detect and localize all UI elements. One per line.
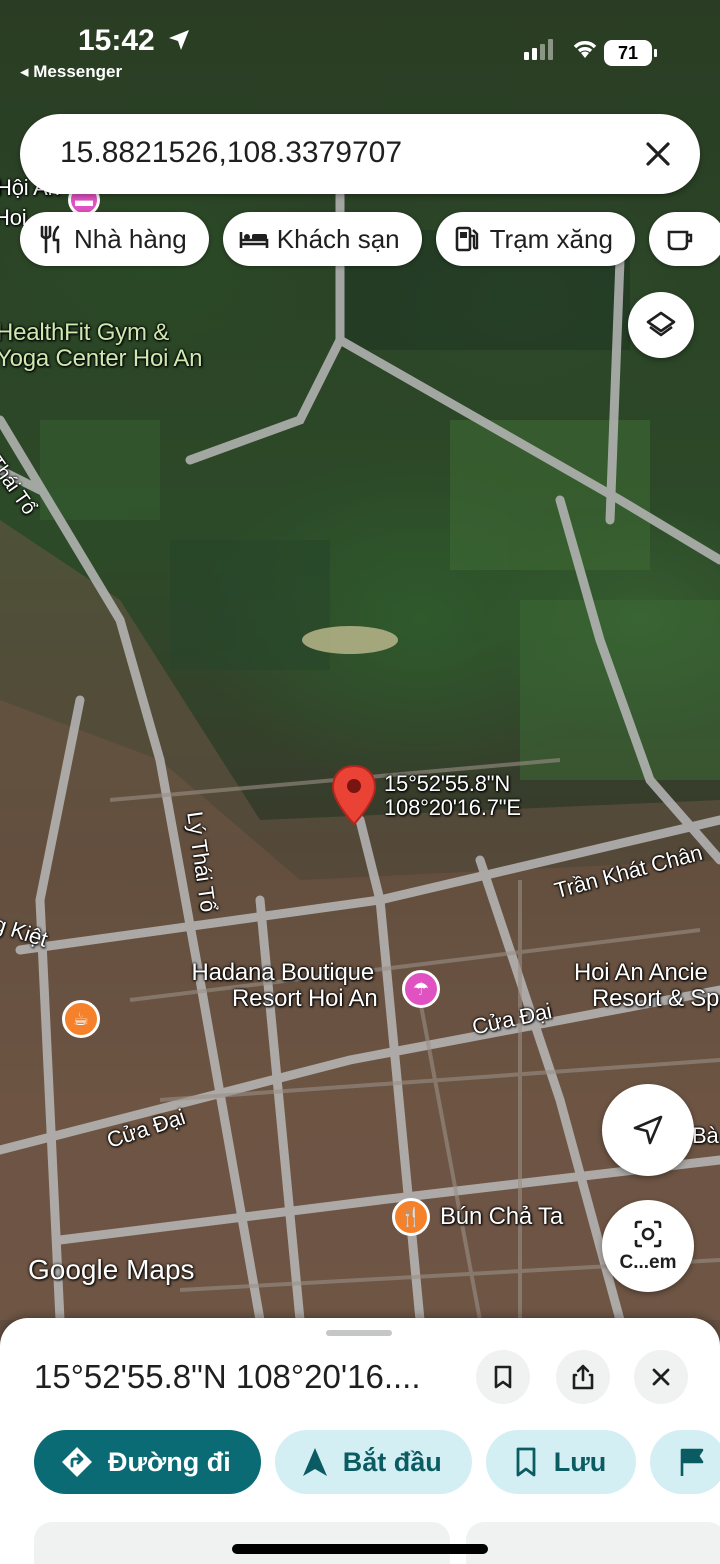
navigation-arrow-icon xyxy=(633,1115,663,1145)
battery-indicator: 71 xyxy=(604,40,657,66)
sheet-drag-handle[interactable] xyxy=(326,1330,392,1336)
gym-label-line2: Yoga Center Hoi An xyxy=(0,345,203,373)
status-time: 15:42 xyxy=(78,24,191,58)
category-chips: Nhà hàng Khách sạn Trạm xăng xyxy=(20,212,720,268)
directions-button[interactable]: Đường đi xyxy=(34,1430,261,1494)
restaurant-icon xyxy=(40,225,60,254)
sheet-card-right xyxy=(466,1522,720,1564)
close-sheet-button[interactable] xyxy=(634,1350,688,1404)
clear-search-icon[interactable] xyxy=(638,134,678,174)
chip-hotels[interactable]: Khách sạn xyxy=(222,212,422,266)
share-button[interactable] xyxy=(556,1350,610,1404)
gym-label-line1: HealthFit Gym & xyxy=(0,319,170,346)
search-bar[interactable]: 15.8821526,108.3379707 xyxy=(20,114,700,194)
close-icon xyxy=(652,1368,670,1386)
camera-lens-icon xyxy=(634,1220,662,1248)
start-label: Bắt đầu xyxy=(342,1446,442,1477)
map-label-ba-partial: Bà p xyxy=(692,1123,720,1148)
ancient-label-line2: Resort & Sp xyxy=(592,985,720,1013)
map-label-hoi-an-ancient[interactable]: Hoi An Ancie Resort & Sp xyxy=(574,959,720,1013)
status-bar: 15:42 ◂ Messenger 71 xyxy=(0,0,720,96)
signal-icon xyxy=(524,39,553,60)
hotel-icon xyxy=(239,232,269,248)
chip-hotels-label: Khách sạn xyxy=(276,223,400,254)
ancient-label-line1: Hoi An Ancie xyxy=(574,959,708,986)
bookmark-icon xyxy=(516,1447,536,1477)
flag-icon xyxy=(680,1448,704,1476)
map-label-bun-cha-ta[interactable]: Bún Chả Ta xyxy=(440,1203,563,1230)
location-arrow-icon xyxy=(169,30,190,50)
search-query[interactable]: 15.8821526,108.3379707 xyxy=(60,136,402,170)
chip-gas-stations[interactable]: Trạm xăng xyxy=(435,212,635,266)
hadana-label-line2: Resort Hoi An xyxy=(232,985,378,1013)
place-coordinates-title: 15°52'55.8"N 108°20'16.... xyxy=(34,1358,421,1395)
place-actions: Đường đi Bắt đầu Lưu xyxy=(34,1430,720,1494)
directions-icon xyxy=(62,1447,92,1477)
status-time-text: 15:42 xyxy=(78,24,155,57)
my-location-button[interactable] xyxy=(602,1084,694,1176)
camera-search-label: C...em xyxy=(619,1252,677,1273)
restaurant-poi-icon[interactable]: 🍴 xyxy=(392,1198,430,1236)
status-icons xyxy=(524,38,600,60)
coffee-icon xyxy=(667,230,693,251)
home-indicator[interactable] xyxy=(232,1544,488,1554)
pin-lng: 108°20'16.7"E xyxy=(384,795,521,821)
start-arrow-icon xyxy=(302,1448,327,1476)
place-bottom-sheet[interactable]: 15°52'55.8"N 108°20'16.... Đường đi Bắt … xyxy=(0,1318,720,1564)
chip-gas-stations-label: Trạm xăng xyxy=(489,223,613,254)
save-button[interactable]: Lưu xyxy=(485,1430,637,1494)
camera-search-button[interactable]: C...em xyxy=(602,1200,694,1292)
sheet-card-left xyxy=(34,1522,450,1564)
dropped-pin-icon[interactable] xyxy=(330,764,378,828)
back-to-messenger-link[interactable]: ◂ Messenger xyxy=(20,62,122,82)
bookmark-icon xyxy=(494,1365,512,1389)
layers-button[interactable] xyxy=(628,292,694,358)
hadana-label-line1: Hadana Boutique xyxy=(191,959,374,986)
chip-restaurants[interactable]: Nhà hàng xyxy=(20,212,209,266)
chip-coffee[interactable] xyxy=(648,212,720,266)
pin-lat: 15°52'55.8"N xyxy=(384,771,511,796)
layers-icon xyxy=(646,311,676,337)
save-place-button[interactable] xyxy=(476,1350,530,1404)
share-icon xyxy=(572,1364,594,1390)
cafe-poi-icon[interactable]: ☕ xyxy=(62,1000,100,1038)
pin-coordinates-label: 15°52'55.8"N 108°20'16.7"E xyxy=(384,771,521,821)
gas-station-icon xyxy=(455,226,478,252)
save-label: Lưu xyxy=(553,1446,607,1477)
resort-poi-icon[interactable]: ☂ xyxy=(402,970,440,1008)
label-button[interactable] xyxy=(650,1430,720,1494)
chip-restaurants-label: Nhà hàng xyxy=(74,223,187,254)
start-navigation-button[interactable]: Bắt đầu xyxy=(274,1430,472,1494)
map-label-gym[interactable]: HealthFit Gym & Yoga Center Hoi An xyxy=(0,319,203,373)
directions-label: Đường đi xyxy=(108,1446,231,1477)
wifi-icon xyxy=(573,41,597,58)
map-label-hadana[interactable]: Hadana Boutique Resort Hoi An xyxy=(188,959,378,1013)
google-maps-logo: Google Maps xyxy=(28,1254,195,1285)
